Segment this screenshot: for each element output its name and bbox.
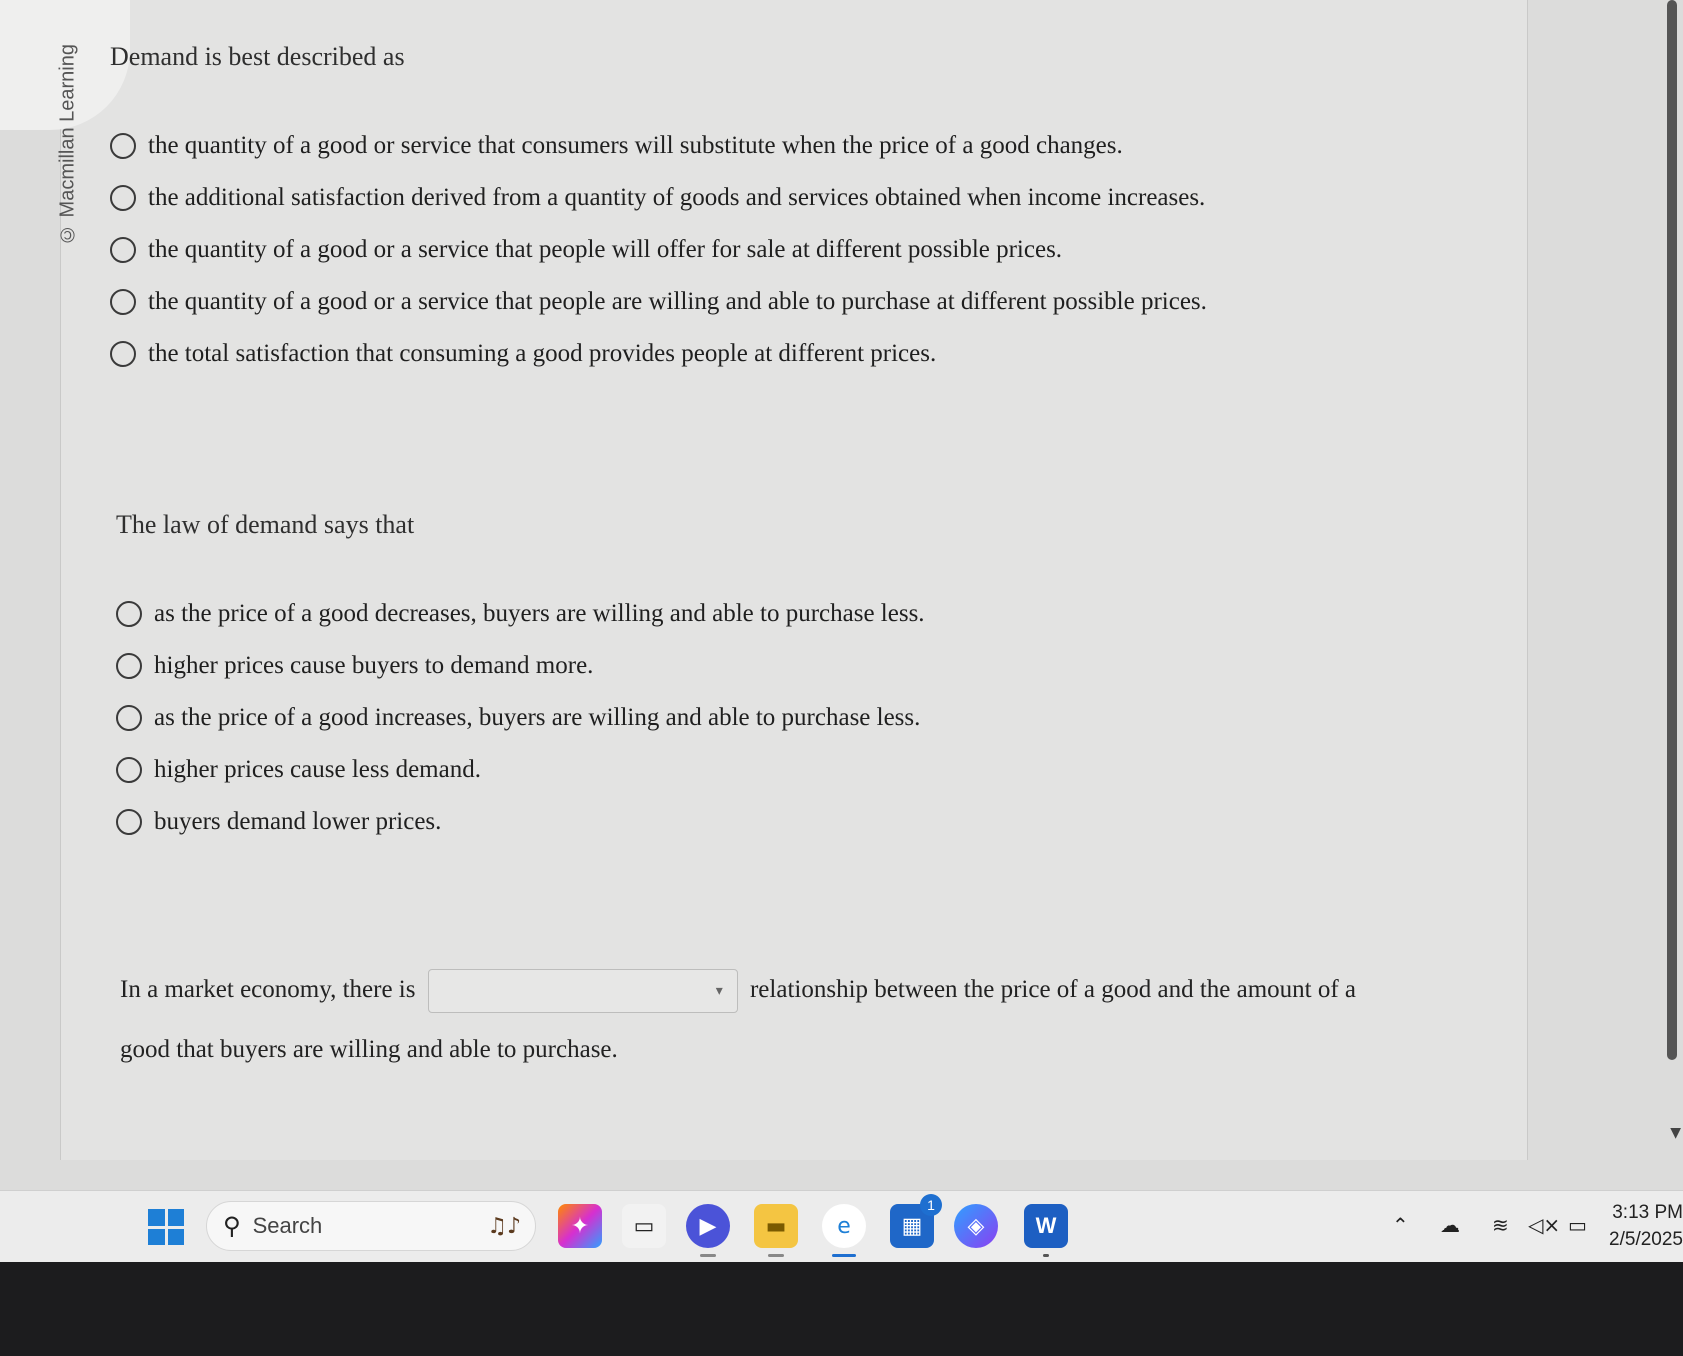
option-label: the additional satisfaction derived from… bbox=[148, 184, 1206, 211]
question-demand: Demand is best described as the quantity… bbox=[110, 42, 1490, 380]
option-substitute[interactable]: the quantity of a good or service that c… bbox=[110, 120, 1490, 172]
copilot-app-icon[interactable]: ✦ bbox=[558, 1204, 602, 1248]
clock-time: 3:13 PM bbox=[1612, 1202, 1683, 1223]
fill-in-before: In a market economy, there is bbox=[120, 976, 416, 1003]
relationship-dropdown[interactable]: ▾ bbox=[427, 969, 738, 1014]
copyright-watermark: © Macmillan Learning bbox=[56, 44, 79, 246]
option-label: higher prices cause less demand. bbox=[154, 756, 481, 783]
running-indicator bbox=[768, 1254, 784, 1257]
radio-button[interactable] bbox=[116, 601, 142, 627]
question-prompt: The law of demand says that bbox=[116, 510, 415, 539]
music-decoration-icon: ♫♪ bbox=[487, 1213, 521, 1239]
radio-button[interactable] bbox=[116, 757, 142, 783]
active-indicator bbox=[832, 1254, 856, 1257]
option-label: higher prices cause buyers to demand mor… bbox=[154, 652, 594, 679]
edge-browser-icon[interactable]: e bbox=[822, 1204, 866, 1257]
radio-button[interactable] bbox=[116, 653, 142, 679]
option-price-decreases[interactable]: as the price of a good decreases, buyers… bbox=[116, 588, 1496, 640]
radio-button[interactable] bbox=[116, 809, 142, 835]
system-clock[interactable]: 3:13 PM 2/5/2025 bbox=[1609, 1199, 1683, 1253]
option-total-satisfaction[interactable]: the total satisfaction that consuming a … bbox=[110, 328, 1490, 380]
option-label: as the price of a good decreases, buyers… bbox=[154, 600, 925, 627]
laptop-bezel bbox=[0, 1262, 1683, 1356]
search-icon: ⚲ bbox=[223, 1212, 241, 1240]
onedrive-cloud-icon[interactable]: ☁ bbox=[1440, 1213, 1460, 1237]
radio-button[interactable] bbox=[110, 237, 136, 263]
option-willing-and-able[interactable]: the quantity of a good or a service that… bbox=[110, 276, 1490, 328]
option-lower-prices[interactable]: buyers demand lower prices. bbox=[116, 796, 1496, 848]
question-law-of-demand: The law of demand says that as the price… bbox=[116, 510, 1496, 848]
option-offer-for-sale[interactable]: the quantity of a good or a service that… bbox=[110, 224, 1490, 276]
option-label: the quantity of a good or a service that… bbox=[148, 288, 1207, 315]
file-explorer-icon[interactable]: ▬ bbox=[754, 1204, 798, 1257]
windows-start-icon[interactable] bbox=[148, 1209, 184, 1245]
fill-in-continuation: good that buyers are willing and able to… bbox=[120, 1036, 618, 1063]
option-label: the quantity of a good or a service that… bbox=[148, 236, 1063, 263]
option-higher-prices-more[interactable]: higher prices cause buyers to demand mor… bbox=[116, 640, 1496, 692]
radio-button[interactable] bbox=[110, 289, 136, 315]
radio-button[interactable] bbox=[110, 133, 136, 159]
question-fill-in: In a market economy, there is ▾ relation… bbox=[120, 960, 1500, 1080]
running-indicator bbox=[700, 1254, 716, 1257]
chat-app-icon[interactable]: ▶ bbox=[686, 1204, 730, 1257]
fill-in-after: relationship between the price of a good… bbox=[749, 976, 1357, 1003]
copilot-365-icon[interactable]: ◈ bbox=[954, 1204, 998, 1248]
scroll-down-arrow-icon[interactable]: ▼ bbox=[1670, 1125, 1681, 1141]
chevron-down-icon: ▾ bbox=[715, 983, 723, 1000]
battery-icon[interactable]: ▭ bbox=[1568, 1213, 1587, 1237]
volume-muted-icon[interactable]: ◁× bbox=[1528, 1213, 1560, 1237]
running-indicator bbox=[1043, 1254, 1049, 1257]
options-list: the quantity of a good or service that c… bbox=[110, 120, 1490, 380]
question-prompt: Demand is best described as bbox=[110, 42, 405, 71]
word-app-icon[interactable]: W bbox=[1024, 1204, 1068, 1257]
option-price-increases[interactable]: as the price of a good increases, buyers… bbox=[116, 692, 1496, 744]
scrollbar[interactable] bbox=[1667, 0, 1677, 1060]
radio-button[interactable] bbox=[110, 185, 136, 211]
option-additional-satisfaction[interactable]: the additional satisfaction derived from… bbox=[110, 172, 1490, 224]
notification-badge: 1 bbox=[920, 1194, 942, 1216]
taskbar: ⚲ Search ♫♪ ✦ ▭ ▶ ▬ e ▦ 1 ◈ W ⌃ ☁ ≋ ◁× ▭ … bbox=[0, 1190, 1683, 1263]
wifi-icon[interactable]: ≋ bbox=[1492, 1213, 1509, 1237]
fill-in-line: In a market economy, there is ▾ relation… bbox=[120, 960, 1500, 1020]
clock-date: 2/5/2025 bbox=[1609, 1229, 1683, 1250]
search-label: Search bbox=[252, 1213, 323, 1238]
microsoft-store-icon[interactable]: ▦ 1 bbox=[890, 1194, 942, 1248]
option-label: buyers demand lower prices. bbox=[154, 808, 442, 835]
radio-button[interactable] bbox=[116, 705, 142, 731]
option-label: the total satisfaction that consuming a … bbox=[148, 340, 937, 367]
option-label: as the price of a good increases, buyers… bbox=[154, 704, 921, 731]
file-app-icon[interactable]: ▭ bbox=[622, 1204, 666, 1248]
screen: © Macmillan Learning Demand is best desc… bbox=[0, 0, 1683, 1190]
option-less-demand[interactable]: higher prices cause less demand. bbox=[116, 744, 1496, 796]
chevron-up-icon[interactable]: ⌃ bbox=[1392, 1213, 1409, 1237]
option-label: the quantity of a good or service that c… bbox=[148, 132, 1123, 159]
radio-button[interactable] bbox=[110, 341, 136, 367]
options-list: as the price of a good decreases, buyers… bbox=[116, 588, 1496, 848]
taskbar-search[interactable]: ⚲ Search ♫♪ bbox=[206, 1201, 536, 1251]
